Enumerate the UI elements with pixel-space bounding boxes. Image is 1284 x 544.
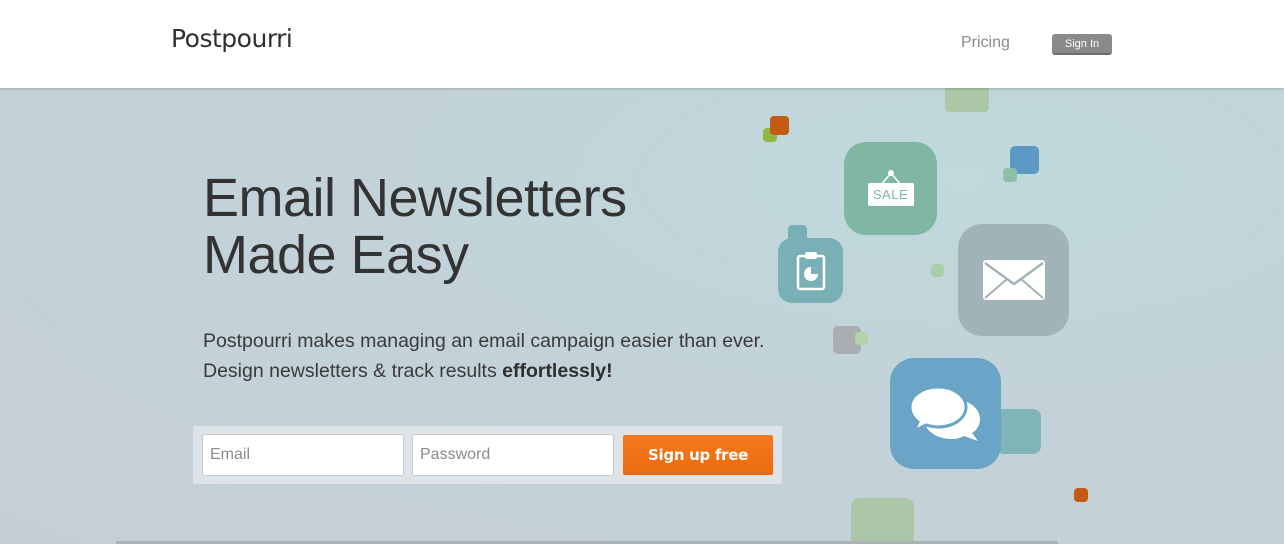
password-field[interactable] — [412, 434, 614, 476]
decorative-square — [855, 332, 868, 345]
envelope-tile — [958, 224, 1069, 336]
speech-bubbles-icon — [907, 384, 980, 441]
decorative-square — [1074, 488, 1088, 502]
description-text: Design newsletters & track results — [203, 360, 503, 382]
top-navigation-bar: Postpourri Pricing Sign In — [0, 0, 1284, 88]
decorative-square — [996, 409, 1041, 454]
decorative-square — [770, 116, 789, 135]
signup-form: Sign up free — [193, 426, 782, 484]
description-line-2: Design newsletters & track results effor… — [203, 356, 764, 386]
clipboard-chart-icon — [796, 251, 825, 290]
decorative-square — [1003, 168, 1017, 182]
sign-up-free-button[interactable]: Sign up free — [623, 435, 773, 475]
sign-in-button[interactable]: Sign In — [1052, 34, 1112, 55]
logo[interactable]: Postpourri — [171, 24, 293, 53]
hero-description: Postpourri makes managing an email campa… — [203, 326, 764, 386]
nav-link-pricing[interactable]: Pricing — [961, 34, 1010, 52]
decorative-square — [931, 264, 944, 277]
email-field[interactable] — [202, 434, 404, 476]
description-emphasis: effortlessly! — [502, 360, 613, 382]
headline-line: Email Newsletters — [203, 168, 627, 228]
clipboard-tile — [778, 238, 843, 303]
decorative-square — [945, 88, 989, 112]
decorative-square — [851, 498, 914, 544]
sale-tag-icon: SALE — [867, 170, 914, 206]
headline-line: Made Easy — [203, 225, 469, 285]
hero-headline: Email Newsletters Made Easy — [203, 170, 627, 284]
description-line: Postpourri makes managing an email campa… — [203, 330, 765, 352]
sale-tag-tile: SALE — [844, 142, 937, 235]
chat-tile — [890, 358, 1001, 469]
envelope-icon — [982, 260, 1045, 300]
